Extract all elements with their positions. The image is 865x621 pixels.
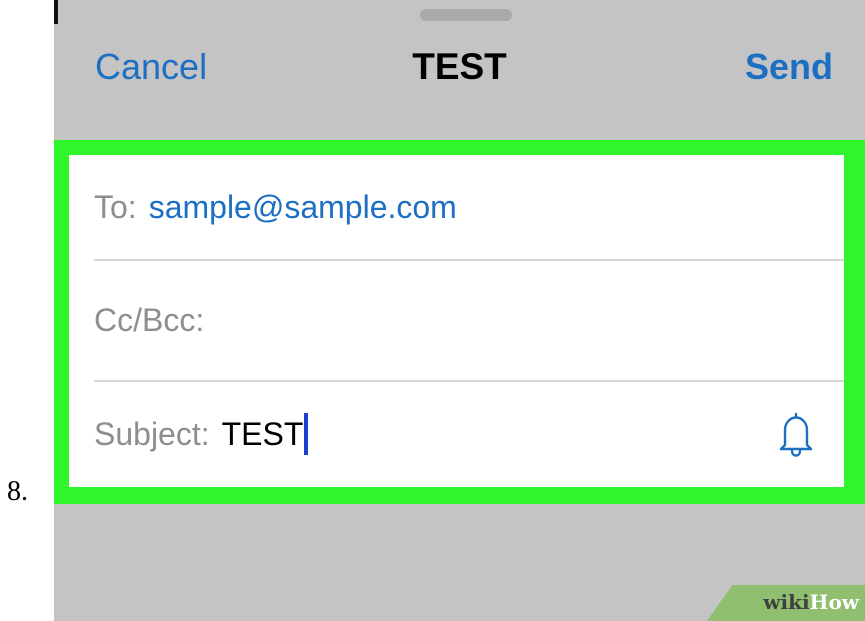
to-label: To: (94, 188, 137, 225)
bell-icon[interactable] (776, 411, 816, 457)
send-button[interactable]: Send (745, 46, 833, 88)
sheet-grabber-handle[interactable] (420, 9, 512, 21)
subject-label: Subject: (94, 415, 210, 452)
subject-field[interactable]: Subject: TEST (94, 381, 844, 487)
compose-title: TEST (412, 46, 507, 87)
watermark-text: wikiHow (763, 590, 859, 614)
wikihow-watermark: wikiHow (707, 585, 865, 621)
cc-bcc-field[interactable]: Cc/Bcc: (94, 260, 844, 380)
cc-bcc-label: Cc/Bcc: (94, 301, 205, 338)
screen-edge (54, 0, 58, 24)
to-recipient[interactable]: sample@sample.com (149, 189, 457, 226)
compose-screen: Cancel TEST Send To: sample@sample.com C… (54, 0, 865, 621)
subject-input[interactable]: TEST (222, 416, 304, 453)
to-field[interactable]: To: sample@sample.com (94, 155, 844, 259)
text-cursor (304, 413, 309, 455)
compose-header-fields: To: sample@sample.com Cc/Bcc: Subject: T… (69, 155, 844, 487)
highlight-box: To: sample@sample.com Cc/Bcc: Subject: T… (54, 140, 865, 504)
step-number: 8. (7, 476, 28, 507)
